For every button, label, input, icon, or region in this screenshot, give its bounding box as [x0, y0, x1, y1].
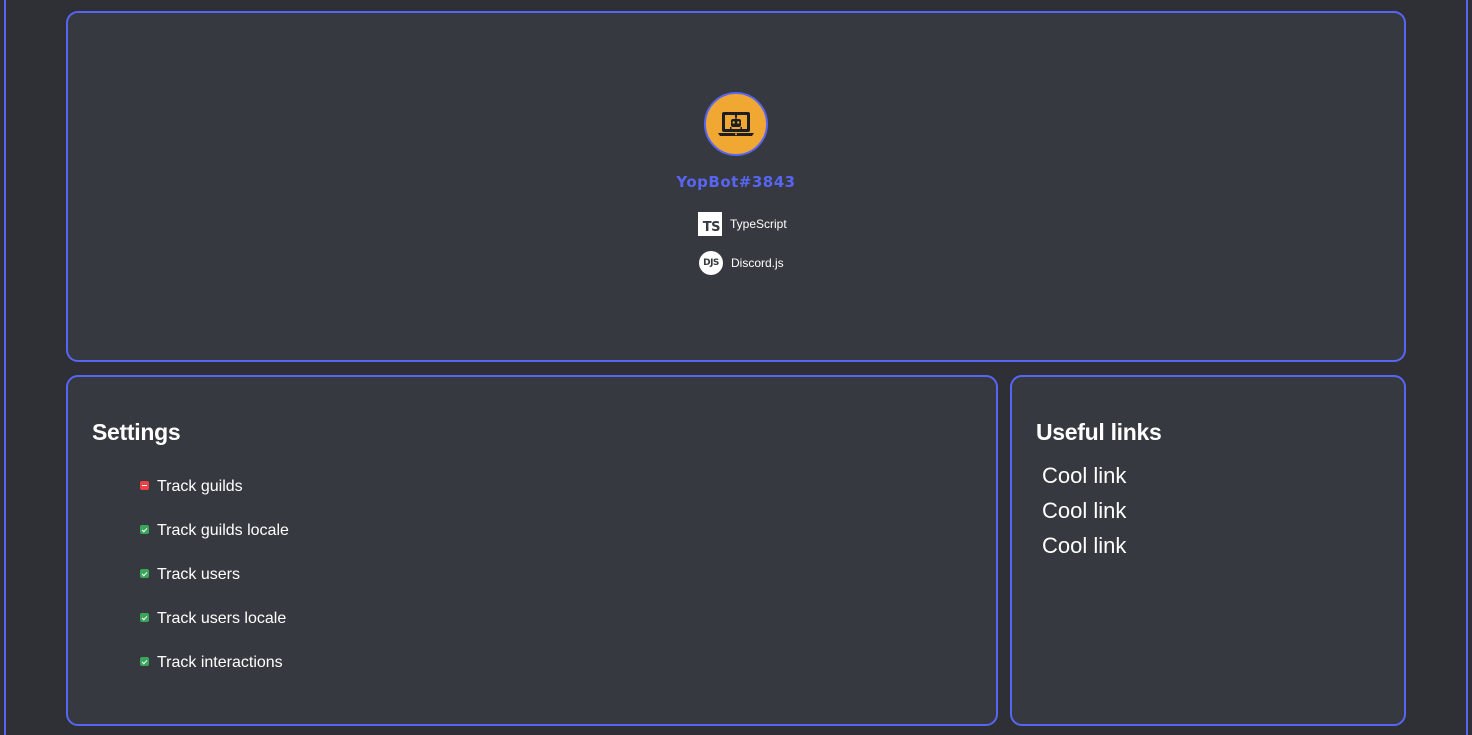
enabled-icon[interactable]	[140, 569, 149, 578]
setting-item[interactable]: Track guilds locale	[140, 521, 289, 565]
setting-item[interactable]: Track guilds	[140, 477, 289, 521]
links-list: Cool link Cool link Cool link	[1042, 463, 1126, 568]
setting-item[interactable]: Track interactions	[140, 653, 289, 697]
setting-item[interactable]: Track users	[140, 565, 289, 609]
bot-avatar	[704, 92, 768, 156]
laptop-robot-icon	[718, 112, 754, 136]
settings-list: Track guilds Track guilds locale Track u…	[140, 477, 289, 697]
useful-link[interactable]: Cool link	[1042, 498, 1126, 523]
setting-label: Track users locale	[157, 610, 287, 627]
tech-label: TypeScript	[730, 217, 787, 231]
disabled-icon[interactable]	[140, 481, 149, 490]
setting-item[interactable]: Track users locale	[140, 609, 289, 653]
typescript-icon: TS	[698, 212, 722, 236]
useful-link[interactable]: Cool link	[1042, 463, 1126, 488]
tech-label: Discord.js	[731, 256, 784, 270]
tech-typescript: TS TypeScript	[698, 212, 787, 236]
links-title: Useful links	[1036, 419, 1162, 445]
settings-title: Settings	[92, 419, 181, 445]
bot-profile-card: YopBot#3843 TS TypeScript DJS Discord.js	[66, 11, 1406, 362]
tech-discordjs: DJS Discord.js	[699, 251, 784, 275]
enabled-icon[interactable]	[140, 657, 149, 666]
useful-links-card: Useful links Cool link Cool link Cool li…	[1010, 375, 1406, 726]
useful-link[interactable]: Cool link	[1042, 533, 1126, 558]
enabled-icon[interactable]	[140, 525, 149, 534]
bot-name: YopBot#3843	[676, 173, 796, 191]
setting-label: Track guilds	[157, 478, 243, 495]
enabled-icon[interactable]	[140, 613, 149, 622]
setting-label: Track interactions	[157, 654, 283, 671]
setting-label: Track users	[157, 566, 240, 583]
setting-label: Track guilds locale	[157, 522, 289, 539]
settings-card: Settings Track guilds Track guilds local…	[66, 375, 998, 726]
discordjs-icon: DJS	[699, 251, 723, 275]
